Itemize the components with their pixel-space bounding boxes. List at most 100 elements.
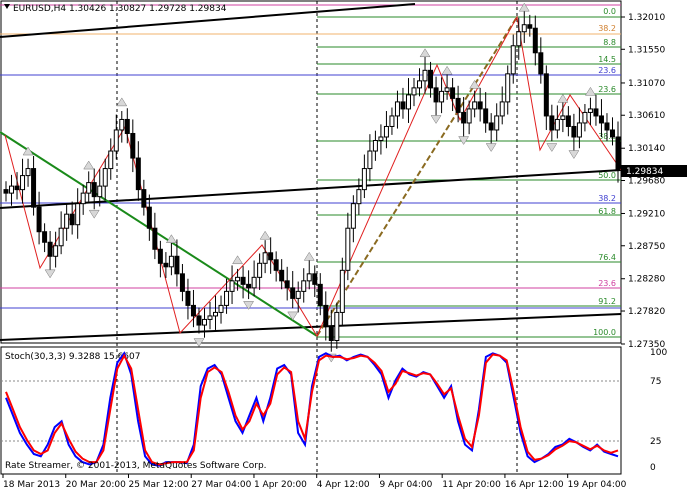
candle-body bbox=[554, 118, 560, 131]
candle-body bbox=[146, 206, 152, 229]
candle-body bbox=[356, 189, 362, 205]
chart-title: EURUSD,H4 1.30426 1.30827 1.29728 1.2983… bbox=[4, 4, 227, 14]
candle-body bbox=[179, 273, 185, 292]
chart-canvas: 0.0 38.2 8.8 14.5 23.6 23.6 38.2 50.0 38… bbox=[0, 0, 687, 490]
candle-body bbox=[400, 101, 406, 110]
price-label: 1.29210 bbox=[628, 209, 665, 219]
candle-body bbox=[428, 69, 434, 89]
candle-body bbox=[251, 276, 257, 289]
candle-body bbox=[576, 122, 582, 138]
candle-body bbox=[543, 73, 549, 117]
candle-body bbox=[279, 269, 285, 282]
candle-body bbox=[378, 136, 384, 142]
stoch-level-label: 0 bbox=[650, 463, 656, 473]
price-label: 1.31070 bbox=[628, 79, 665, 89]
candle-body bbox=[295, 290, 301, 299]
candle-body bbox=[609, 129, 615, 138]
price-label: 1.28750 bbox=[628, 242, 665, 252]
candle-body bbox=[372, 140, 378, 152]
candle-body bbox=[422, 69, 428, 82]
price-label: 1.29680 bbox=[628, 177, 665, 187]
time-label: 20 Mar 20:00 bbox=[66, 480, 126, 490]
candle-body bbox=[290, 287, 296, 299]
candle-body bbox=[119, 118, 125, 131]
candle-body bbox=[328, 325, 334, 341]
fibo-label: 38.2 bbox=[598, 24, 616, 33]
candle-body bbox=[14, 185, 20, 191]
candle-body bbox=[113, 129, 119, 152]
candle-body bbox=[598, 115, 604, 124]
candle-body bbox=[317, 283, 323, 306]
candle-body bbox=[47, 241, 53, 257]
candle-body bbox=[488, 122, 494, 131]
candle-body bbox=[157, 248, 163, 264]
candle-body bbox=[196, 315, 202, 326]
price-label: 1.30140 bbox=[628, 144, 665, 154]
price-label: 1.31550 bbox=[628, 45, 665, 55]
candle-body bbox=[53, 245, 59, 257]
candle-body bbox=[394, 101, 400, 117]
candle-body bbox=[505, 73, 511, 103]
candle-body bbox=[389, 115, 395, 127]
fibo-label: 23.6 bbox=[598, 279, 616, 288]
candle-body bbox=[58, 227, 64, 247]
candle-body bbox=[510, 45, 516, 75]
stoch-axis: 100 75 25 0 bbox=[650, 348, 667, 473]
candle-body bbox=[102, 168, 108, 187]
candle-body bbox=[571, 125, 577, 138]
time-label: 4 Apr 12:00 bbox=[317, 480, 370, 490]
candle-body bbox=[3, 189, 9, 194]
candle-body bbox=[521, 24, 527, 33]
candle-body bbox=[417, 80, 423, 89]
candle-body bbox=[141, 189, 147, 208]
candle-body bbox=[405, 94, 411, 110]
candle-body bbox=[466, 108, 472, 124]
time-label: 16 Apr 12:00 bbox=[505, 480, 564, 490]
price-label: 1.32010 bbox=[628, 13, 665, 23]
candle-body bbox=[75, 203, 81, 226]
candle-body bbox=[593, 108, 599, 117]
candle-body bbox=[345, 227, 351, 271]
candle-body bbox=[185, 290, 191, 306]
candle-body bbox=[235, 276, 241, 282]
candle-body bbox=[9, 185, 15, 194]
stoch-title: Stoch(30,3,3) 9.3288 15.6607 bbox=[5, 352, 140, 362]
candle-body bbox=[532, 27, 538, 54]
candle-body bbox=[42, 231, 48, 243]
candle-body bbox=[130, 132, 136, 159]
time-label: 9 Apr 04:00 bbox=[379, 480, 432, 490]
candle-body bbox=[582, 111, 588, 124]
price-label: 1.30610 bbox=[628, 111, 665, 121]
candle-body bbox=[229, 280, 235, 292]
candle-body bbox=[201, 318, 207, 326]
candle-body bbox=[152, 227, 158, 250]
candle-body bbox=[80, 192, 86, 205]
candle-body bbox=[284, 280, 290, 289]
candle-body bbox=[433, 87, 439, 103]
stoch-level-label: 75 bbox=[650, 377, 661, 387]
candle-body bbox=[527, 24, 533, 29]
stoch-level-label: 100 bbox=[650, 348, 667, 358]
time-label: 25 Mar 12:00 bbox=[128, 480, 188, 490]
candle-body bbox=[213, 311, 219, 317]
candle-body bbox=[472, 101, 478, 110]
current-price-badge: 1.29834 bbox=[621, 165, 687, 177]
candle-body bbox=[163, 262, 169, 268]
chart-title-text: EURUSD,H4 1.30426 1.30827 1.29728 1.2983… bbox=[13, 4, 227, 14]
candle-body bbox=[218, 304, 224, 313]
candle-body bbox=[350, 203, 356, 229]
copyright-text: Rate Streamer, © 2001-2013, MetaQuotes S… bbox=[5, 461, 267, 471]
candle-body bbox=[499, 101, 505, 117]
candle-body bbox=[549, 115, 555, 131]
candle-body bbox=[174, 255, 180, 275]
candle-body bbox=[323, 304, 329, 327]
candle-body bbox=[97, 185, 103, 198]
candle-body bbox=[312, 273, 318, 285]
candle-body bbox=[461, 111, 467, 124]
candle-body bbox=[439, 90, 445, 103]
time-label: 19 Apr 04:00 bbox=[568, 480, 627, 490]
candle-body bbox=[135, 157, 141, 191]
candle-body bbox=[273, 259, 279, 271]
candle-body bbox=[246, 283, 252, 289]
candle-body bbox=[64, 213, 70, 229]
